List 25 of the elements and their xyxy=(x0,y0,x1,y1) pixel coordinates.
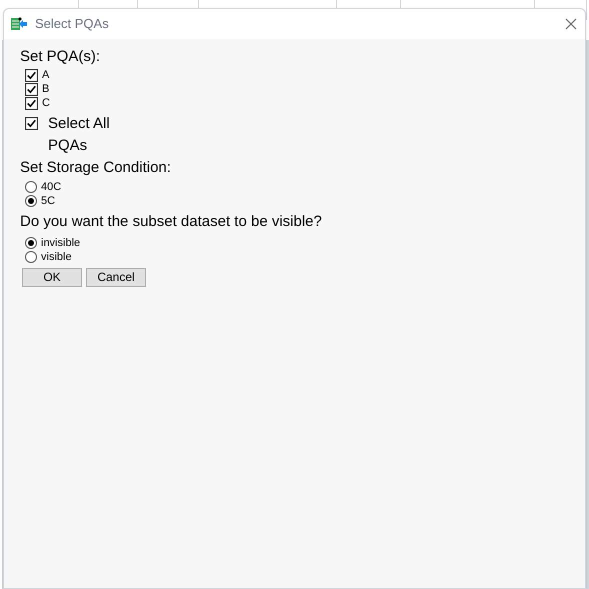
section-label: Do you want the subset dataset to be visible? xyxy=(20,212,322,232)
checkbox[interactable] xyxy=(25,117,38,130)
option-label: 5C xyxy=(41,194,56,208)
checkbox[interactable] xyxy=(25,96,38,110)
radio-button[interactable] xyxy=(25,181,37,193)
app-icon xyxy=(10,16,28,32)
radio-button[interactable] xyxy=(25,237,37,249)
dialog-button[interactable]: OK xyxy=(22,268,82,287)
option-label: C xyxy=(42,96,50,110)
option-label: Select All xyxy=(48,114,110,134)
radio-button[interactable] xyxy=(25,251,37,263)
section-label: Set PQA(s): xyxy=(20,47,100,67)
dialog-button[interactable]: Cancel xyxy=(86,268,146,287)
radio-button[interactable] xyxy=(25,195,37,207)
window-title: Select PQAs xyxy=(35,15,109,34)
close-icon[interactable] xyxy=(565,18,577,30)
option-label: PQAs xyxy=(48,136,88,156)
option-label: invisible xyxy=(41,236,80,250)
checkbox[interactable] xyxy=(25,68,38,82)
option-label: B xyxy=(42,82,50,96)
option-label: 40C xyxy=(41,180,62,194)
option-label: A xyxy=(42,68,50,82)
section-label: Set Storage Condition: xyxy=(20,158,171,178)
checkbox[interactable] xyxy=(25,82,38,96)
option-label: visible xyxy=(41,250,72,264)
